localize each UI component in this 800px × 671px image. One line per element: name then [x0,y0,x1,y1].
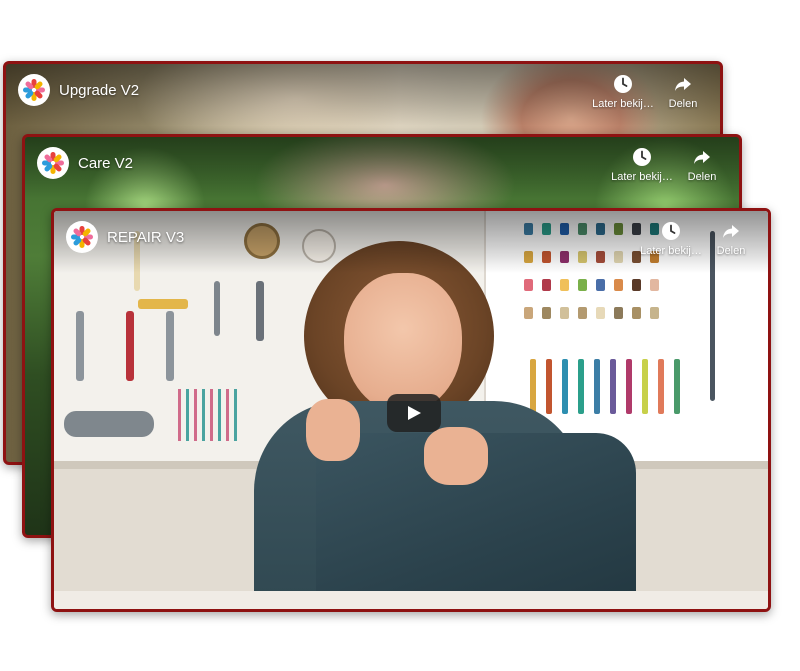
video-title[interactable]: Care V2 [78,155,133,172]
video-title-bar: REPAIR V3 Later bekij… Delen [54,211,768,273]
share-button[interactable]: Delen [667,147,737,183]
share-label: Delen [687,171,717,183]
work-table [54,591,768,609]
share-button[interactable]: Delen [696,221,766,257]
share-arrow-icon [694,151,710,164]
brand-logo-icon[interactable] [37,147,69,179]
video-title[interactable]: Upgrade V2 [59,82,139,99]
clock-icon [614,75,632,93]
play-icon [408,406,421,420]
person-hand-right [424,427,488,485]
crochet-hooks [178,389,240,441]
video-title-bar: Care V2 Later bekij… Delen [25,137,739,199]
person-hand-left [306,399,360,461]
share-label: Delen [668,98,698,110]
scissors [256,281,264,341]
pliers [166,311,174,381]
share-arrow-icon [723,225,739,238]
scissors [214,281,220,336]
brand-logo-icon[interactable] [66,221,98,253]
share-button[interactable]: Delen [648,74,718,110]
pliers [126,311,134,381]
measuring-cups [64,411,154,437]
clock-icon [662,222,680,240]
brand-logo-icon[interactable] [18,74,50,106]
clock-icon [633,148,651,166]
rotary-cutter [138,299,188,309]
video-title[interactable]: REPAIR V3 [107,229,184,246]
play-button[interactable] [387,394,441,432]
share-arrow-icon [675,78,691,91]
pliers [76,311,84,381]
person-face [344,273,462,413]
share-label: Delen [716,245,746,257]
video-card-repair[interactable]: REPAIR V3 Later bekij… Delen [51,208,771,612]
video-title-bar: Upgrade V2 Later bekij… Delen [6,64,720,126]
